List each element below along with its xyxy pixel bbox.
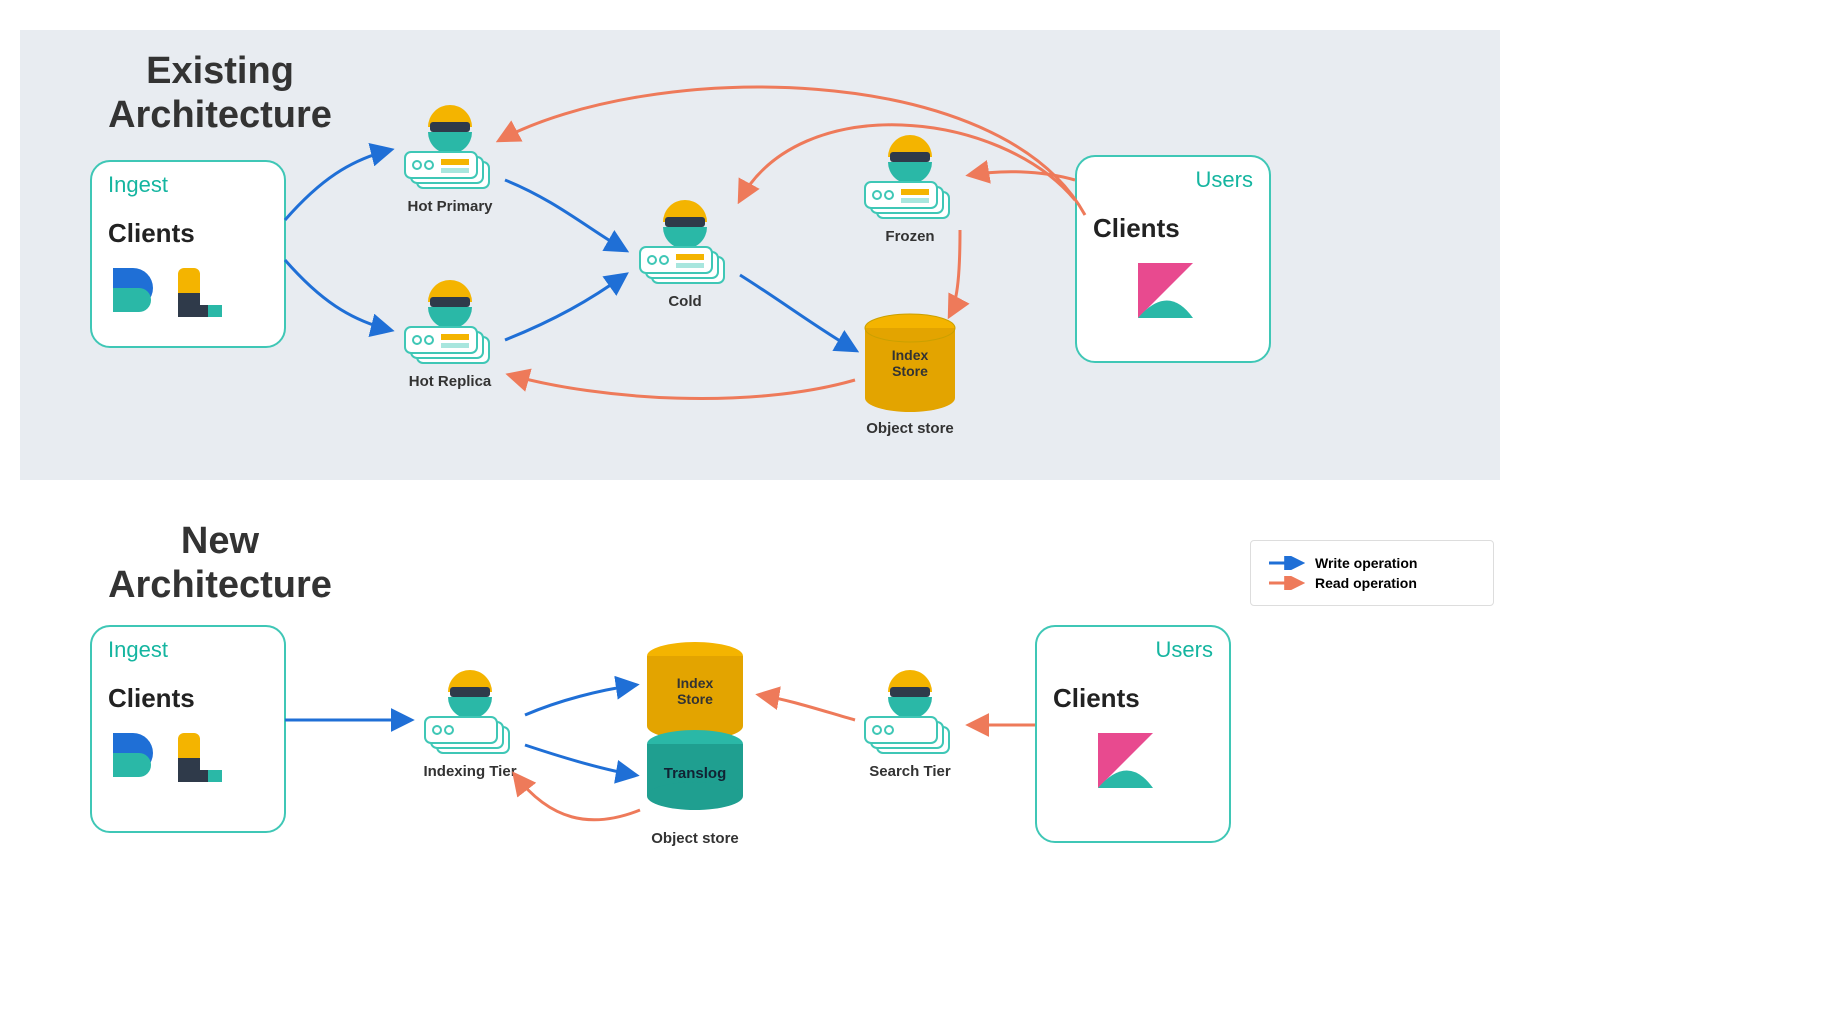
- beats-logstash-icon: [108, 263, 228, 323]
- label-indexing-tier: Indexing Tier: [415, 763, 525, 780]
- node-cold: [630, 195, 740, 295]
- legend-read-text: Read operation: [1315, 575, 1417, 591]
- svg-text:Index: Index: [677, 675, 714, 691]
- node-object-store-top: Index Store: [855, 310, 965, 425]
- svg-text:Store: Store: [892, 363, 928, 379]
- node-indexing-tier: [415, 665, 525, 765]
- kibana-icon: [1093, 728, 1163, 798]
- label-frozen: Frozen: [855, 228, 965, 245]
- node-frozen: [855, 130, 965, 230]
- heading-new: New Architecture: [90, 520, 350, 607]
- label-cold: Cold: [630, 293, 740, 310]
- legend-write: Write operation: [1267, 555, 1477, 571]
- label-search-tier: Search Tier: [855, 763, 965, 780]
- label-users-bottom: Users: [1053, 637, 1213, 663]
- box-users-bottom: Users Clients: [1035, 625, 1231, 843]
- legend-read: Read operation: [1267, 575, 1477, 591]
- label-object-store-top: Object store: [855, 420, 965, 437]
- box-ingest-top: Ingest Clients: [90, 160, 286, 348]
- cyl-label: Index: [892, 347, 929, 363]
- arrow-translog-to-indexing: [515, 775, 640, 820]
- box-users-top: Users Clients: [1075, 155, 1271, 363]
- legend-write-text: Write operation: [1315, 555, 1417, 571]
- label-clients-users-bottom: Clients: [1053, 683, 1213, 714]
- node-search-tier: [855, 665, 965, 765]
- label-clients-users-top: Clients: [1093, 213, 1253, 244]
- box-ingest-bottom: Ingest Clients: [90, 625, 286, 833]
- arrow-indexing-to-indexstore: [525, 685, 635, 715]
- label-clients-bottom: Clients: [108, 683, 268, 714]
- diagram-canvas: Existing Architecture New Architecture I…: [0, 0, 1822, 1018]
- label-clients-top: Clients: [108, 218, 268, 249]
- svg-text:Store: Store: [677, 691, 713, 707]
- label-hot-primary: Hot Primary: [395, 198, 505, 215]
- node-object-store-bottom: Index Store Translog: [635, 640, 755, 835]
- arrow-search-to-indexstore: [760, 695, 855, 720]
- arrow-indexing-to-translog: [525, 745, 635, 775]
- svg-text:Translog: Translog: [664, 765, 727, 782]
- label-users-top: Users: [1093, 167, 1253, 193]
- label-ingest-top: Ingest: [108, 172, 268, 198]
- node-hot-replica: [395, 275, 505, 375]
- label-ingest-bottom: Ingest: [108, 637, 268, 663]
- legend: Write operation Read operation: [1250, 540, 1494, 606]
- kibana-icon: [1133, 258, 1203, 328]
- heading-existing: Existing Architecture: [90, 50, 350, 137]
- label-object-store-bottom: Object store: [635, 830, 755, 847]
- label-hot-replica: Hot Replica: [395, 373, 505, 390]
- node-hot-primary: [395, 100, 505, 200]
- beats-logstash-icon: [108, 728, 228, 788]
